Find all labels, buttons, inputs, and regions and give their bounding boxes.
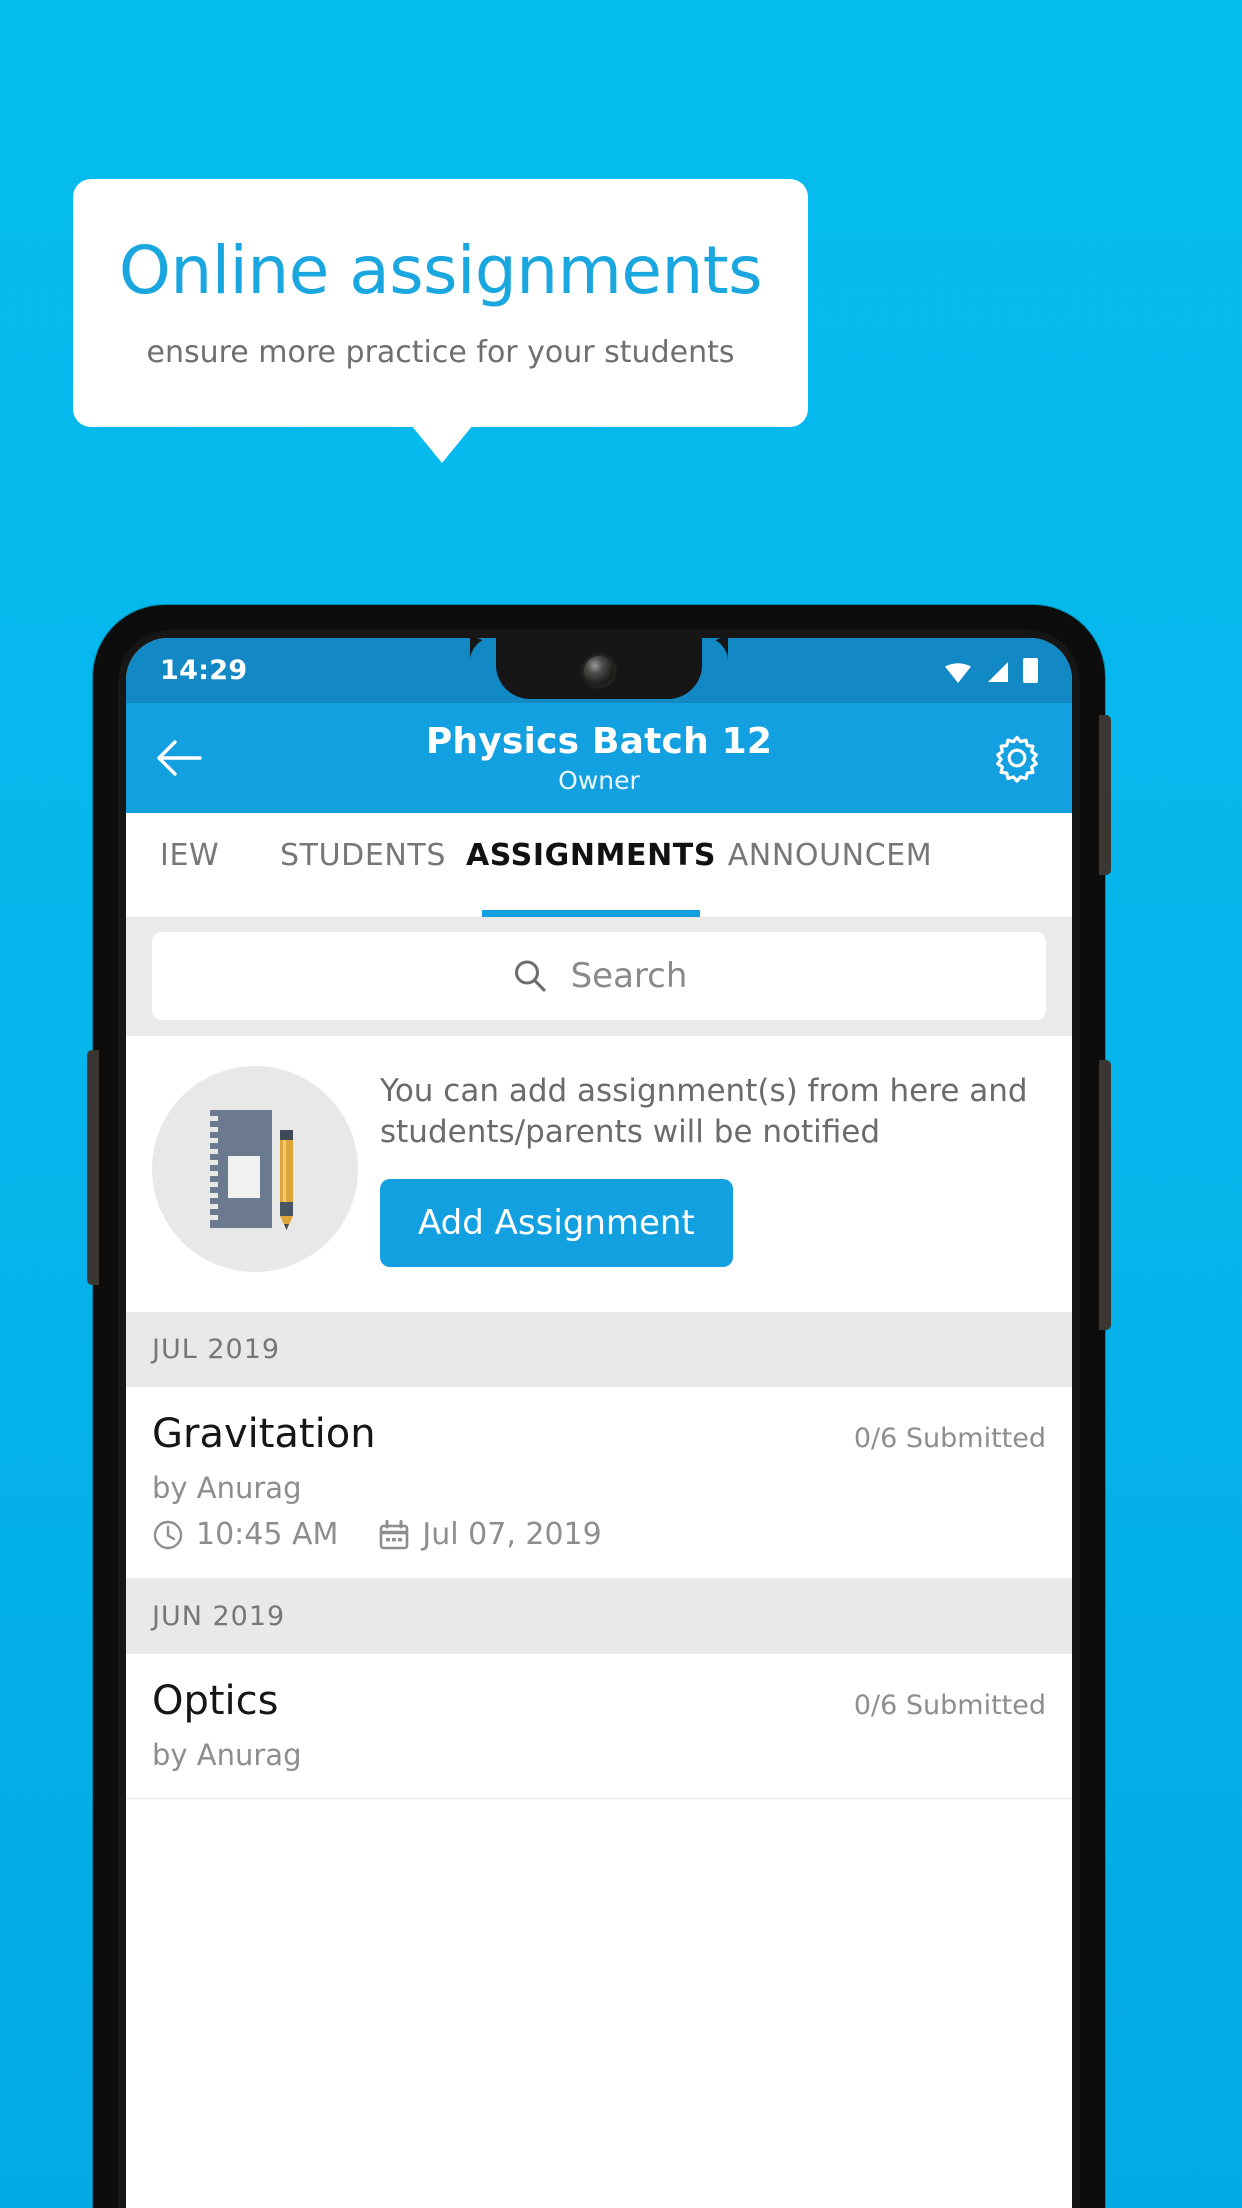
phone-mockup: 14:29 Physics Batch 12 Owner IEW STUDENT… [87, 605, 1111, 2208]
signal-icon [988, 662, 1008, 682]
calendar-icon [380, 1519, 409, 1549]
search-icon [514, 960, 546, 992]
phone-power-button[interactable] [1099, 1060, 1111, 1330]
battery-icon [1023, 658, 1038, 683]
empty-state-card: You can add assignment(s) from here and … [126, 1036, 1072, 1312]
tab-label: ASSIGNMENTS [465, 838, 717, 873]
notebook-pen-icon [208, 1110, 293, 1230]
wifi-icon [945, 663, 971, 683]
empty-state-illustration [152, 1066, 358, 1272]
add-assignment-button[interactable]: Add Assignment [380, 1179, 733, 1268]
tab-announcements[interactable]: ANNOUNCEM [700, 813, 960, 917]
assignment-meta: 10:45 AM Jul 07, 2019 [152, 1517, 1046, 1552]
assignment-date: Jul 07, 2019 [422, 1517, 602, 1552]
assignment-row-top: Optics 0/6 Submitted [152, 1678, 1046, 1724]
assignment-author: by Anurag [152, 1738, 302, 1772]
assignment-author: by Anurag [152, 1471, 302, 1505]
phone-notch [470, 638, 728, 699]
assignment-submitted-count: 0/6 Submitted [853, 1690, 1046, 1721]
promo-bubble-tail [411, 425, 473, 463]
phone-screen: 14:29 Physics Batch 12 Owner IEW STUDENT… [126, 638, 1072, 2208]
tab-label: ANNOUNCEM [727, 838, 933, 873]
assignment-submitted-count: 0/6 Submitted [853, 1423, 1046, 1454]
back-arrow-icon[interactable] [156, 738, 202, 778]
promo-bubble: Online assignments ensure more practice … [73, 179, 808, 427]
status-icons [945, 658, 1038, 683]
status-clock: 14:29 [160, 655, 248, 686]
assignment-row[interactable]: Gravitation 0/6 Submitted by Anurag 10:4… [126, 1387, 1072, 1579]
phone-left-side-button[interactable] [87, 1050, 99, 1285]
empty-state-content: You can add assignment(s) from here and … [380, 1071, 1046, 1268]
tab-assignments[interactable]: ASSIGNMENTS [466, 813, 715, 917]
tab-label: STUDENTS [280, 838, 446, 873]
gear-icon[interactable] [992, 733, 1042, 783]
assignment-time: 10:45 AM [196, 1517, 339, 1552]
front-camera-icon [584, 656, 614, 686]
search-placeholder: Search [570, 956, 688, 996]
month-header: JUN 2019 [126, 1579, 1072, 1654]
page-title: Physics Batch 12 [425, 721, 773, 762]
month-header: JUL 2019 [126, 1312, 1072, 1387]
assignment-title: Optics [152, 1678, 279, 1724]
tab-label: IEW [160, 838, 220, 873]
tab-overview[interactable]: IEW [126, 813, 244, 917]
app-bar: Physics Batch 12 Owner [126, 703, 1072, 813]
clock-icon [153, 1520, 183, 1549]
search-bar-container: Search [126, 918, 1072, 1036]
assignment-row[interactable]: Optics 0/6 Submitted by Anurag [126, 1654, 1072, 1799]
promo-subtitle: ensure more practice for your students [146, 335, 735, 371]
app-bar-titles: Physics Batch 12 Owner [126, 703, 1072, 813]
status-bar: 14:29 [126, 638, 1072, 703]
assignment-title: Gravitation [152, 1411, 376, 1457]
phone-volume-button[interactable] [1099, 715, 1111, 875]
promo-title: Online assignments [118, 231, 763, 309]
page-subtitle: Owner [558, 766, 640, 795]
empty-state-text: You can add assignment(s) from here and … [380, 1072, 1028, 1150]
assignment-row-top: Gravitation 0/6 Submitted [152, 1411, 1046, 1457]
tab-bar: IEW STUDENTS ASSIGNMENTS ANNOUNCEM [126, 813, 1072, 918]
tab-students[interactable]: STUDENTS [244, 813, 482, 917]
search-input[interactable]: Search [152, 932, 1046, 1020]
